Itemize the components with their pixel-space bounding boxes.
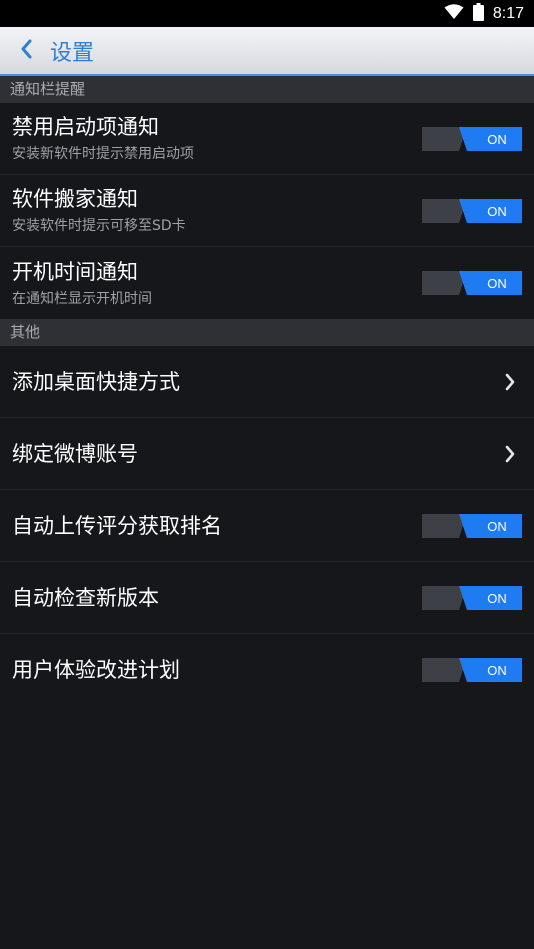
section-header-other: 其他	[0, 319, 534, 346]
setting-title: 自动上传评分获取排名	[12, 513, 222, 538]
row-text: 开机时间通知 在通知栏显示开机时间	[12, 259, 152, 308]
setting-row-bind-weibo[interactable]: 绑定微博账号	[0, 418, 534, 490]
setting-title: 添加桌面快捷方式	[12, 369, 180, 394]
toggle-state-label: ON	[487, 132, 507, 147]
setting-title: 自动检查新版本	[12, 585, 159, 610]
auto-check-update-toggle[interactable]: ON	[422, 585, 522, 610]
chevron-right-icon	[498, 370, 522, 394]
setting-title: 开机时间通知	[12, 259, 138, 284]
setting-row-auto-upload-rating: 自动上传评分获取排名 ON	[0, 490, 534, 562]
row-text: 绑定微博账号	[12, 441, 138, 467]
chevron-left-icon	[19, 39, 33, 63]
disable-startup-notice-toggle[interactable]: ON	[422, 126, 522, 151]
app-move-notice-toggle[interactable]: ON	[422, 198, 522, 223]
setting-row-disable-startup-notice: 禁用启动项通知 安装新软件时提示禁用启动项 ON	[0, 103, 534, 175]
user-experience-program-toggle[interactable]: ON	[422, 658, 522, 682]
setting-subtitle: 安装新软件时提示禁用启动项	[12, 146, 194, 162]
toggle-state-label: ON	[487, 663, 507, 678]
setting-row-boot-time-notice: 开机时间通知 在通知栏显示开机时间 ON	[0, 247, 534, 319]
setting-title: 用户体验改进计划	[12, 658, 180, 682]
setting-title: 绑定微博账号	[12, 441, 138, 466]
status-icons: 8:17	[444, 0, 524, 27]
page-title: 设置	[50, 40, 95, 66]
back-button[interactable]	[6, 27, 46, 74]
boot-time-notice-toggle[interactable]: ON	[422, 271, 522, 295]
setting-title: 禁用启动项通知	[12, 115, 159, 139]
toggle-state-label: ON	[487, 276, 507, 291]
chevron-right-icon	[498, 442, 522, 466]
setting-subtitle: 在通知栏显示开机时间	[12, 290, 152, 307]
title-bar: 设置	[0, 27, 534, 76]
row-text: 添加桌面快捷方式	[12, 369, 180, 395]
row-text: 禁用启动项通知 安装新软件时提示禁用启动项	[12, 114, 194, 163]
toggle-state-label: ON	[487, 204, 507, 219]
row-text: 用户体验改进计划	[12, 657, 180, 683]
row-text: 自动上传评分获取排名	[12, 513, 222, 539]
setting-row-user-experience-program: 用户体验改进计划 ON	[0, 634, 534, 706]
row-text: 软件搬家通知 安装软件时提示可移至SD卡	[12, 186, 186, 235]
status-time: 8:17	[492, 4, 524, 22]
setting-row-app-move-notice: 软件搬家通知 安装软件时提示可移至SD卡 ON	[0, 175, 534, 247]
setting-title: 软件搬家通知	[12, 187, 138, 211]
toggle-state-label: ON	[487, 519, 507, 534]
row-text: 自动检查新版本	[12, 585, 159, 611]
auto-upload-rating-toggle[interactable]: ON	[422, 513, 522, 538]
setting-row-auto-check-update: 自动检查新版本 ON	[0, 562, 534, 634]
setting-row-add-shortcut[interactable]: 添加桌面快捷方式	[0, 346, 534, 418]
section-header-notifications: 通知栏提醒	[0, 76, 534, 103]
battery-icon	[472, 2, 484, 25]
toggle-state-label: ON	[487, 591, 507, 606]
setting-subtitle: 安装软件时提示可移至SD卡	[12, 218, 186, 234]
wifi-icon	[444, 3, 464, 24]
status-bar: 8:17	[0, 0, 534, 27]
